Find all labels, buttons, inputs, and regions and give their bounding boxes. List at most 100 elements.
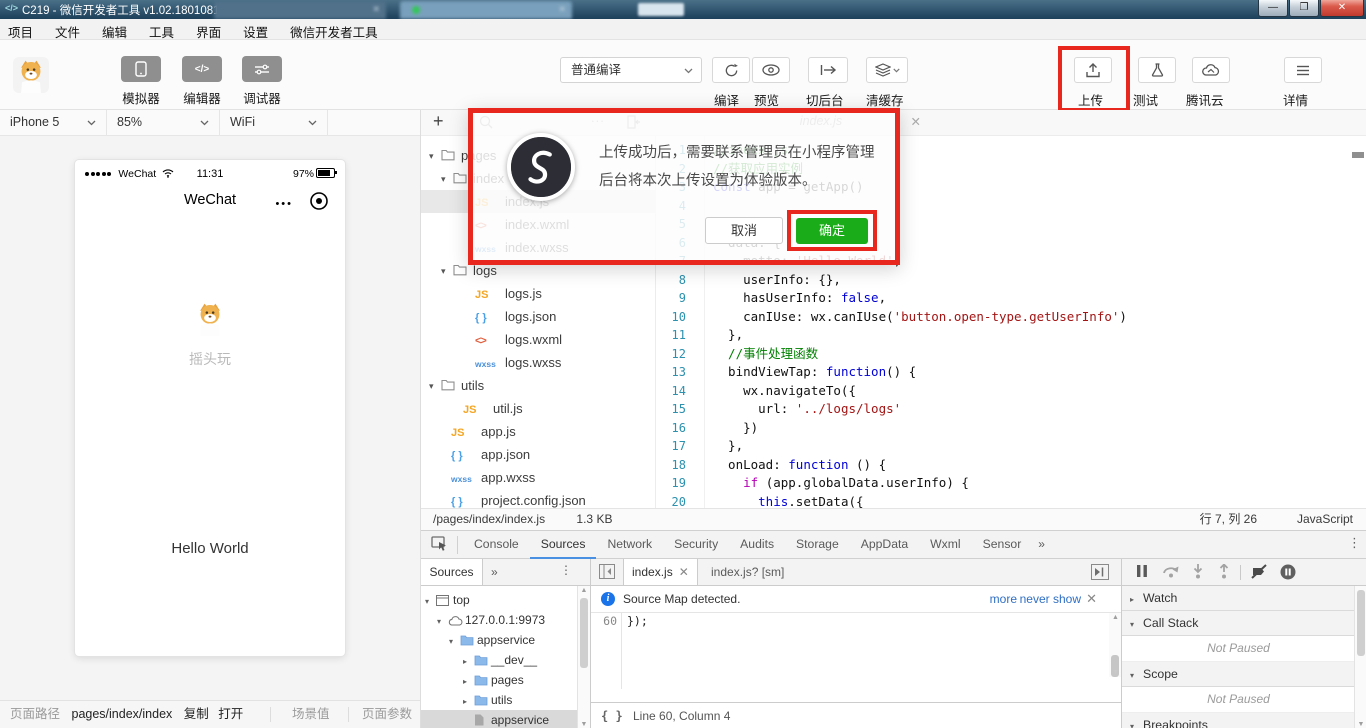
source-tab-indexjs-sm[interactable]: index.js? [sm] <box>703 559 792 585</box>
project-avatar[interactable] <box>13 57 49 93</box>
tree-item[interactable]: JSutil.js <box>421 397 655 420</box>
background-switch-button[interactable] <box>808 57 848 83</box>
compile-mode-select[interactable]: 普通编译 <box>560 57 702 83</box>
deactivate-breakpoints-icon[interactable] <box>1250 564 1270 579</box>
preview-button[interactable] <box>752 57 790 83</box>
never-show-link[interactable]: never show <box>1020 586 1081 612</box>
add-tab-button[interactable]: + <box>433 111 444 132</box>
language-mode[interactable]: JavaScript <box>1297 509 1353 530</box>
navigator-menu-icon[interactable]: ⋮ <box>560 563 572 577</box>
detail-button[interactable] <box>1284 57 1322 83</box>
user-info-block[interactable]: 摇头玩 <box>75 300 345 369</box>
editor-scrollbar-thumb[interactable] <box>1352 152 1364 158</box>
sources-tree-item[interactable]: ▸utils <box>421 690 577 710</box>
menu-item[interactable]: 界面 <box>196 22 221 41</box>
tree-item[interactable]: JSapp.js <box>421 420 655 443</box>
copy-path-button[interactable]: 复制 <box>184 707 209 721</box>
pause-icon[interactable] <box>1136 564 1148 578</box>
confirm-button[interactable]: 确定 <box>796 218 868 244</box>
menu-item[interactable]: 项目 <box>8 22 33 41</box>
network-select[interactable]: WiFi <box>220 110 328 136</box>
pause-on-exceptions-icon[interactable] <box>1280 564 1296 580</box>
expand-arrow-icon[interactable]: ▾ <box>441 260 453 283</box>
tab-overflow-icon[interactable]: » <box>1032 531 1051 559</box>
editor-toggle[interactable]: </> 编辑器 <box>181 56 223 107</box>
close-icon[interactable]: ✕ <box>911 114 921 129</box>
tree-item[interactable]: <>logs.wxml <box>421 328 655 351</box>
close-icon[interactable]: ✕ <box>1086 586 1097 612</box>
sources-tree-item[interactable]: ▾appservice <box>421 630 577 650</box>
clear-cache-button[interactable] <box>866 57 908 83</box>
menu-item[interactable]: 工具 <box>149 22 174 41</box>
devtools-tab[interactable]: Security <box>663 531 729 559</box>
tree-item[interactable]: wxssapp.wxss <box>421 466 655 489</box>
sources-tree-item[interactable]: ▸__dev__ <box>421 650 577 670</box>
debugger-scrollbar[interactable]: ▼ <box>1354 586 1366 728</box>
step-into-icon[interactable] <box>1192 564 1204 579</box>
minimize-button[interactable]: — <box>1258 0 1288 17</box>
open-drawer-icon[interactable] <box>1091 564 1109 585</box>
tree-item[interactable]: ▾utils <box>421 374 655 397</box>
devtools-tab[interactable]: Sources <box>530 531 597 559</box>
expand-arrow-icon[interactable]: ▾ <box>449 632 460 652</box>
tree-item[interactable]: wxsslogs.wxss <box>421 351 655 374</box>
debug-section-header[interactable]: ▾Call Stack <box>1122 611 1355 636</box>
toggle-navigator-icon[interactable] <box>599 564 615 584</box>
params-label[interactable]: 页面参数 <box>362 701 412 728</box>
devtools-tab[interactable]: Wxml <box>919 531 971 559</box>
more-icon[interactable]: ••• <box>275 198 293 210</box>
navigator-overflow[interactable]: » <box>491 559 498 585</box>
tencent-cloud-button[interactable] <box>1192 57 1230 83</box>
debug-section-header[interactable]: ▾Breakpoints <box>1122 713 1355 728</box>
navigator-scrollbar[interactable]: ▲▼ <box>577 586 590 728</box>
open-path-button[interactable]: 打开 <box>218 707 243 721</box>
debug-section-header[interactable]: ▾Scope <box>1122 662 1355 687</box>
source-code-area[interactable]: 60 }); ▲ ▼ <box>591 613 1121 689</box>
restore-button[interactable]: ❐ <box>1289 0 1319 17</box>
debug-section-header[interactable]: ▸Watch <box>1122 586 1355 611</box>
compile-button[interactable] <box>712 57 750 83</box>
devtools-tab[interactable]: Console <box>463 531 530 559</box>
sources-tree-item[interactable]: appservice <box>421 710 577 728</box>
home-capsule-icon[interactable] <box>309 191 329 216</box>
pretty-print-icon[interactable]: { } <box>601 703 623 728</box>
expand-arrow-icon[interactable]: ▸ <box>463 652 474 672</box>
menu-item[interactable]: 编辑 <box>102 22 127 41</box>
upload-button[interactable] <box>1074 57 1112 83</box>
devtools-menu-icon[interactable]: ⋮ <box>1348 535 1361 551</box>
background-tab[interactable]: ✕ <box>400 1 572 19</box>
expand-arrow-icon[interactable]: ▾ <box>429 145 441 168</box>
expand-arrow-icon[interactable]: ▾ <box>429 375 441 398</box>
tree-item[interactable]: { }project.config.json <box>421 489 655 508</box>
close-icon[interactable]: ✕ <box>679 565 689 579</box>
step-over-icon[interactable] <box>1162 564 1180 578</box>
phone-screen[interactable]: WeChat 11:31 97% WeChat ••• <box>75 160 345 656</box>
test-button[interactable] <box>1138 57 1176 83</box>
devtools-tab[interactable]: Storage <box>785 531 850 559</box>
navigator-tab-sources[interactable]: Sources <box>421 559 483 585</box>
menu-item[interactable]: 微信开发者工具 <box>290 22 378 41</box>
scene-label[interactable]: 场景值 <box>292 701 330 728</box>
cancel-button[interactable]: 取消 <box>705 217 783 244</box>
background-tab[interactable]: ✕ <box>214 1 386 19</box>
sources-tree-item[interactable]: ▾127.0.0.1:9973 <box>421 610 577 630</box>
tree-item[interactable]: { }logs.json <box>421 305 655 328</box>
source-vscrollbar[interactable]: ▲ ▼ <box>1109 613 1121 677</box>
sources-tree-item[interactable]: ▸pages <box>421 670 577 690</box>
tree-item[interactable]: { }app.json <box>421 443 655 466</box>
device-select[interactable]: iPhone 5 <box>0 110 107 136</box>
zoom-select[interactable]: 85% <box>107 110 220 136</box>
close-button[interactable]: ✕ <box>1320 0 1364 17</box>
more-link[interactable]: more <box>990 586 1017 612</box>
menu-item[interactable]: 设置 <box>243 22 268 41</box>
tree-item[interactable]: JSlogs.js <box>421 282 655 305</box>
devtools-tab[interactable]: Sensor <box>972 531 1033 559</box>
inspect-element-icon[interactable] <box>431 536 448 557</box>
devtools-tab[interactable]: Network <box>596 531 663 559</box>
sources-tree-item[interactable]: ▾top <box>421 590 577 610</box>
devtools-tab[interactable]: AppData <box>850 531 919 559</box>
menu-item[interactable]: 文件 <box>55 22 80 41</box>
expand-arrow-icon[interactable]: ▾ <box>441 168 453 191</box>
expand-arrow-icon[interactable]: ▸ <box>463 692 474 712</box>
simulator-toggle[interactable]: 模拟器 <box>120 56 162 107</box>
